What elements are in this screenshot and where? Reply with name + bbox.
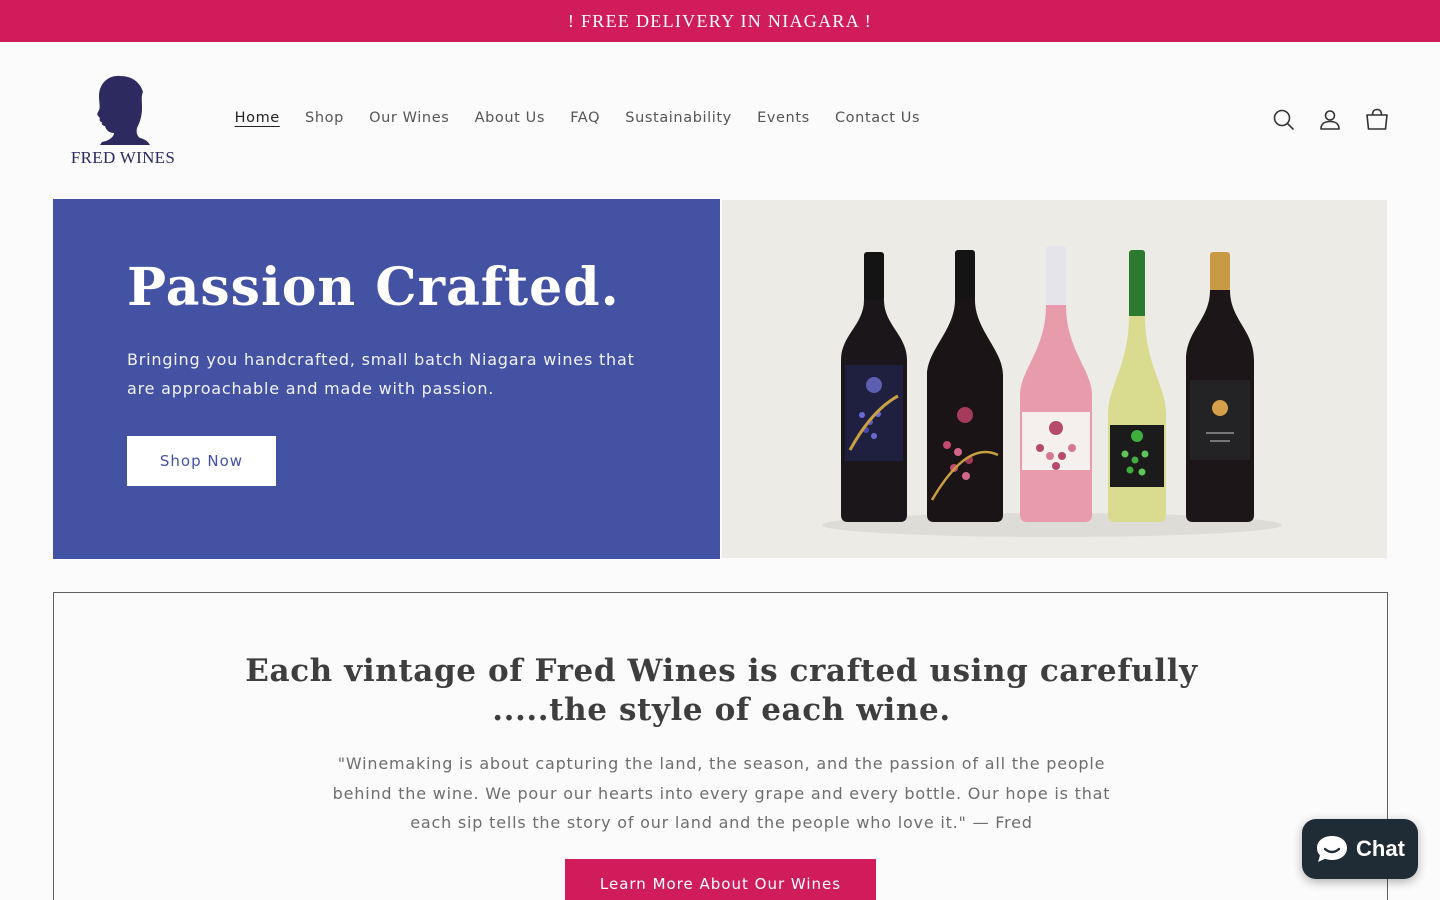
- wine-bottle-2: [927, 250, 1003, 522]
- nav-events[interactable]: Events: [744, 108, 822, 128]
- chat-widget-button[interactable]: Chat: [1302, 819, 1418, 879]
- nav-shop[interactable]: Shop: [292, 108, 356, 128]
- shop-now-button[interactable]: Shop Now: [127, 436, 276, 486]
- search-icon[interactable]: [1270, 106, 1298, 134]
- announcement-bar: ! FREE DELIVERY IN NIAGARA !: [0, 0, 1440, 42]
- chat-label: Chat: [1356, 836, 1405, 861]
- hero-wine-bottles-image: [722, 200, 1387, 558]
- wine-bottle-3: [1020, 246, 1092, 522]
- wine-bottle-4: [1108, 250, 1166, 522]
- hero-text-panel: Passion Crafted. Bringing you handcrafte…: [53, 199, 720, 559]
- silhouette-logo-icon: [97, 75, 150, 145]
- hero-subtitle: Bringing you handcrafted, small batch Ni…: [127, 350, 635, 398]
- story-quote: "Winemaking is about capturing the land,…: [332, 754, 1111, 832]
- wine-bottle-5: [1186, 252, 1254, 522]
- nav-about-us[interactable]: About Us: [462, 108, 558, 128]
- nav-faq[interactable]: FAQ: [558, 108, 613, 128]
- wine-bottle-1: [841, 252, 907, 522]
- account-icon[interactable]: [1316, 106, 1344, 134]
- announcement-text: ! FREE DELIVERY IN NIAGARA !: [567, 10, 873, 31]
- hero-title: Passion Crafted.: [127, 257, 620, 318]
- main-nav: Home Shop Our Wines About Us FAQ Sustain…: [222, 108, 933, 128]
- learn-more-button[interactable]: Learn More About Our Wines: [565, 859, 876, 900]
- logo-text: FRED WINES: [70, 148, 176, 167]
- cart-icon[interactable]: [1363, 106, 1391, 134]
- story-section: Each vintage of Fred Wines is crafted us…: [53, 592, 1388, 900]
- story-title: Each vintage of Fred Wines is crafted us…: [245, 653, 1198, 728]
- site-header: FRED WINES Home Shop Our Wines About Us …: [0, 42, 1440, 199]
- nav-contact-us[interactable]: Contact Us: [822, 108, 932, 128]
- nav-home[interactable]: Home: [222, 108, 292, 128]
- chat-bubble-icon: [1317, 836, 1348, 862]
- nav-sustainability[interactable]: Sustainability: [613, 108, 745, 128]
- hero-banner: Passion Crafted. Bringing you handcrafte…: [53, 199, 1387, 559]
- nav-our-wines[interactable]: Our Wines: [356, 108, 461, 128]
- logo[interactable]: FRED WINES: [62, 70, 184, 170]
